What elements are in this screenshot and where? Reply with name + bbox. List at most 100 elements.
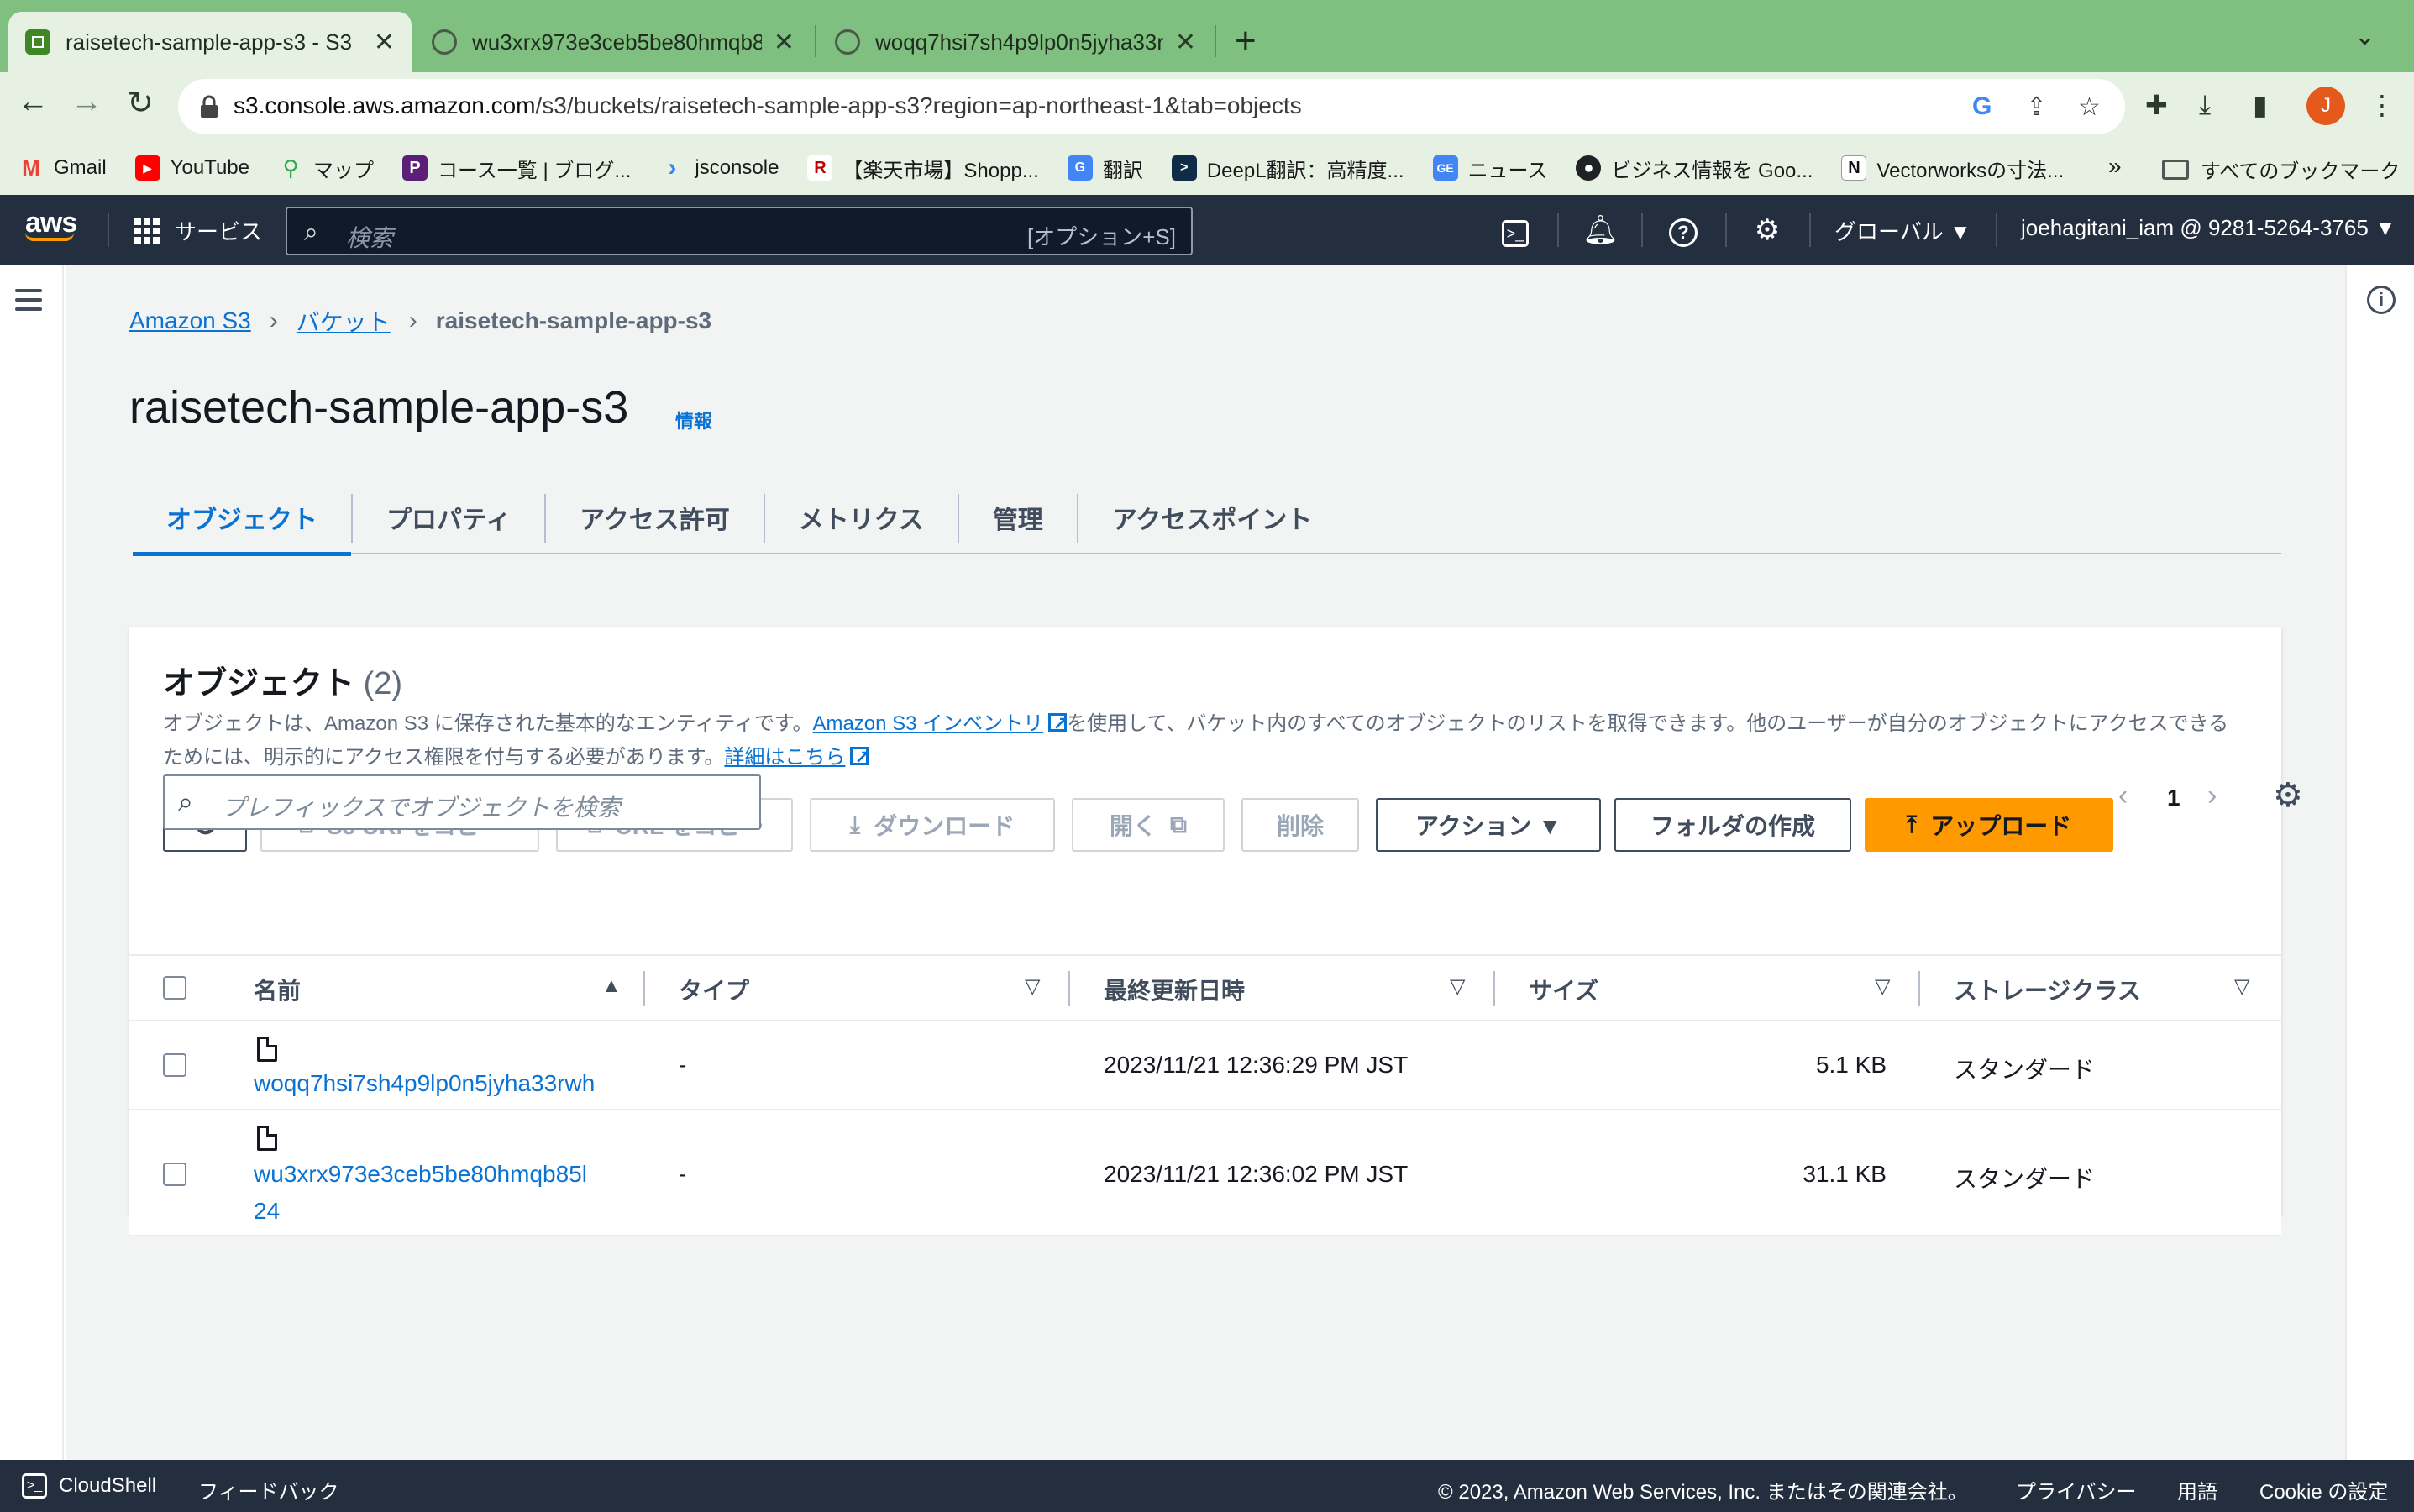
download-button[interactable]: ⤓ ダウンロード — [810, 798, 1055, 852]
help-icon[interactable]: ? — [1666, 213, 1700, 247]
sort-ascending-icon[interactable]: ▲ — [601, 974, 622, 998]
share-icon[interactable]: ⇪ — [2026, 92, 2047, 122]
bell-icon[interactable]: 🔔︎ — [1582, 213, 1619, 247]
info-icon[interactable]: i — [2367, 286, 2396, 314]
bookmark-jsconsole[interactable]: › jsconsole — [659, 154, 779, 181]
tab-properties[interactable]: プロパティ — [353, 486, 544, 554]
feedback-link[interactable]: フィードバック — [198, 1475, 339, 1504]
hamburger-menu-icon[interactable] — [15, 289, 42, 317]
row-checkbox[interactable] — [163, 1053, 186, 1077]
terms-link[interactable]: 用語 — [2177, 1475, 2217, 1504]
actions-dropdown[interactable]: アクション ▼ — [1376, 798, 1601, 852]
profile-avatar[interactable]: J — [2306, 87, 2345, 125]
sort-icon[interactable]: ▽ — [1025, 974, 1040, 999]
bookmark-business[interactable]: ● ビジネス情報を Goo... — [1576, 154, 1813, 183]
tab-management[interactable]: 管理 — [959, 486, 1077, 554]
tab-permissions[interactable]: アクセス許可 — [546, 486, 764, 554]
sort-icon[interactable]: ▽ — [1875, 974, 1890, 999]
browser-tab-active[interactable]: raisetech-sample-app-s3 - S3 ✕ — [8, 12, 412, 72]
objects-panel-description: オブジェクトは、Amazon S3 に保存された基本的なエンティティです。Ama… — [163, 707, 2246, 774]
object-last-modified: 2023/11/21 12:36:02 PM JST — [1104, 1161, 1409, 1187]
prefix-search-input[interactable]: ⌕ プレフィックスでオブジェクトを検索 — [163, 774, 761, 830]
breadcrumb-buckets[interactable]: バケット — [297, 304, 391, 338]
browser-tab[interactable]: woqq7hsi7sh4p9lp0n5jyha33rwh ✕ — [818, 12, 1213, 72]
tab-access-points[interactable]: アクセスポイント — [1078, 486, 1346, 554]
cloudshell-icon[interactable]: >_ — [1498, 213, 1532, 247]
object-size: 31.1 KB — [1803, 1161, 1887, 1187]
create-folder-button[interactable]: フォルダの作成 — [1614, 798, 1851, 852]
download-icon[interactable]: ⤓ — [2199, 89, 2211, 121]
kebab-menu-icon[interactable]: ⋮ — [2369, 89, 2396, 121]
bookmarks-more-button[interactable]: » — [2108, 153, 2122, 180]
aws-logo[interactable]: aws — [25, 207, 77, 241]
object-last-modified: 2023/11/21 12:36:29 PM JST — [1104, 1052, 1409, 1078]
google-lens-icon[interactable]: G — [1972, 92, 1992, 121]
reload-icon[interactable]: ↻ — [119, 84, 161, 122]
news-icon: GE — [1432, 155, 1458, 181]
row-checkbox[interactable] — [163, 1163, 186, 1186]
new-tab-button[interactable]: + — [1235, 20, 1257, 62]
bookmark-maps[interactable]: ⚲ マップ — [278, 154, 374, 183]
bookmark-youtube[interactable]: ▶ YouTube — [134, 155, 249, 181]
learn-more-link[interactable]: 詳細はこちら — [724, 746, 845, 769]
tab-metrics[interactable]: メトリクス — [765, 486, 958, 554]
extensions-icon[interactable]: ✚ — [2145, 89, 2168, 121]
table-settings-gear-icon[interactable]: ⚙ — [2273, 776, 2303, 815]
object-name-link[interactable]: wu3xrx973e3ceb5be80hmqb85l 24 — [254, 1156, 587, 1230]
close-icon[interactable]: ✕ — [774, 28, 795, 57]
pagination-next-icon[interactable]: › — [2207, 780, 2217, 812]
bookmark-news[interactable]: GE ニュース — [1432, 154, 1547, 183]
bookmark-star-icon[interactable]: ☆ — [2078, 92, 2101, 122]
globe-icon — [432, 29, 457, 55]
external-link-icon: ⧉ — [1170, 811, 1187, 837]
sort-icon[interactable]: ▽ — [2234, 974, 2249, 999]
translate-icon: G — [1067, 155, 1093, 181]
gear-icon[interactable]: ⚙ — [1750, 213, 1784, 247]
tab-objects[interactable]: オブジェクト — [133, 486, 351, 556]
privacy-link[interactable]: プライバシー — [2016, 1475, 2137, 1504]
back-arrow-icon[interactable]: ← — [12, 84, 54, 120]
bookmark-vectorworks[interactable]: N Vectorworksの寸法... — [1841, 154, 2064, 183]
object-name-link[interactable]: woqq7hsi7sh4p9lp0n5jyha33rwh — [254, 1065, 595, 1102]
inventory-link[interactable]: Amazon S3 インベントリ — [812, 712, 1043, 735]
column-storage-class[interactable]: ストレージクラス — [1954, 973, 2141, 1006]
column-size[interactable]: サイズ — [1529, 973, 1598, 1006]
download-icon: ⤓ — [849, 811, 861, 837]
pagination-prev-icon[interactable]: ‹ — [2118, 780, 2128, 812]
aws-search-input[interactable]: ⌕ 検索 [オプション+S] — [286, 207, 1193, 255]
all-bookmarks-folder[interactable]: すべてのブックマーク — [2162, 155, 2400, 184]
cloudshell-button[interactable]: >_ CloudShell — [22, 1473, 156, 1499]
select-all-checkbox[interactable] — [163, 976, 186, 1000]
tab-search-chevron-icon[interactable]: ⌄ — [2354, 22, 2375, 51]
upload-icon: ⤒ — [1906, 811, 1918, 837]
bookmark-translate[interactable]: G 翻訳 — [1067, 154, 1143, 183]
close-icon[interactable]: ✕ — [374, 28, 395, 57]
region-selector[interactable]: グローバル ▼ — [1834, 215, 1971, 246]
delete-button[interactable]: 削除 — [1241, 798, 1359, 852]
address-bar[interactable]: s3.console.aws.amazon.com/s3/buckets/rai… — [178, 79, 2125, 134]
close-icon[interactable]: ✕ — [1175, 28, 1196, 57]
aws-logo-text: aws — [25, 207, 77, 239]
bookmark-rakuten[interactable]: R 【楽天市場】Shopp... — [807, 154, 1039, 183]
bookmark-course[interactable]: P コース一覧 | ブログ... — [401, 154, 631, 183]
open-button[interactable]: 開く ⧉ — [1072, 798, 1225, 852]
file-icon — [257, 1037, 277, 1062]
column-last-modified[interactable]: 最終更新日時 — [1104, 973, 1245, 1006]
bookmark-label: Gmail — [54, 156, 107, 179]
sort-icon[interactable]: ▽ — [1450, 974, 1465, 999]
column-type[interactable]: タイプ — [679, 973, 749, 1006]
breadcrumb-amazon-s3[interactable]: Amazon S3 — [129, 307, 251, 334]
account-menu[interactable]: joehagitani_iam @ 9281-5264-3765 ▼ — [2021, 215, 2396, 241]
services-menu-button[interactable]: サービス — [134, 215, 262, 246]
cookie-settings-link[interactable]: Cookie の設定 — [2259, 1475, 2388, 1504]
browser-tab[interactable]: wu3xrx973e3ceb5be80hmqb85l24 ✕ — [415, 12, 811, 72]
bookmark-deepl[interactable]: > DeepL翻訳：高精度... — [1171, 154, 1404, 183]
object-size: 5.1 KB — [1815, 1052, 1887, 1078]
forward-arrow-icon[interactable]: → — [66, 84, 108, 120]
bookmark-gmail[interactable]: M Gmail — [18, 155, 107, 181]
pagination-current-page[interactable]: 1 — [2167, 785, 2180, 811]
info-link[interactable]: 情報 — [675, 407, 712, 433]
upload-button[interactable]: ⤒ アップロード — [1865, 798, 2113, 852]
column-name[interactable]: 名前 — [254, 973, 301, 1006]
side-panel-icon[interactable]: ▮ — [2253, 89, 2268, 121]
